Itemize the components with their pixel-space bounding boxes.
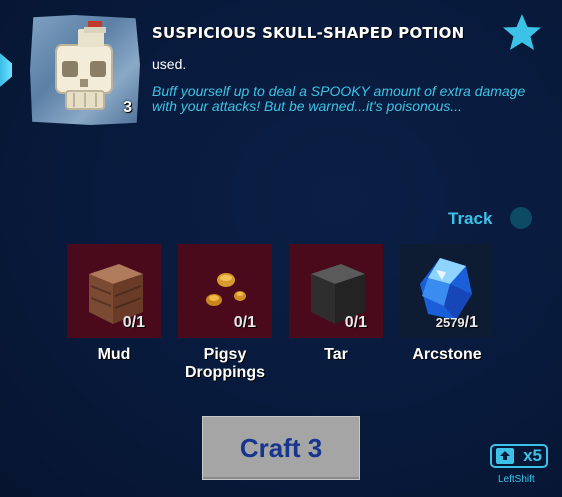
ingredient-slot[interactable]: 2579/1 bbox=[400, 244, 494, 338]
star-icon[interactable] bbox=[500, 12, 544, 54]
ingredient-slot[interactable]: 0/1 bbox=[178, 244, 272, 338]
ingredient-name: Mud bbox=[97, 346, 131, 363]
item-icon-frame: 3 bbox=[30, 15, 140, 125]
mud-block-icon bbox=[89, 264, 143, 324]
craft-button[interactable]: Craft 3 bbox=[202, 416, 360, 480]
tar-block-icon bbox=[311, 264, 365, 324]
ingredient-tar[interactable]: 0/1 Tar bbox=[289, 244, 383, 364]
ingredient-name: Tar bbox=[324, 346, 348, 363]
shift-key-label: LeftShift bbox=[498, 474, 535, 485]
droppings-icon bbox=[206, 273, 246, 306]
ingredient-count: 0/1 bbox=[233, 314, 256, 331]
ingredient-arcstone[interactable]: 2579/1 Arcstone bbox=[400, 244, 494, 364]
shift-multiplier: x5 bbox=[523, 446, 542, 465]
item-description: Buff yourself up to deal a SPOOKY amount… bbox=[152, 83, 526, 114]
ingredient-mud[interactable]: 0/1 Mud bbox=[67, 244, 161, 364]
item-status: used. bbox=[152, 56, 187, 72]
shift-key-icon bbox=[496, 448, 514, 464]
ingredient-count: 0/1 bbox=[122, 314, 145, 331]
item-title: SUSPICIOUS SKULL-SHAPED POTION bbox=[152, 24, 465, 42]
ingredient-pigsy-droppings[interactable]: 0/1 Pigsy Droppings bbox=[178, 244, 272, 382]
track-label[interactable]: Track bbox=[448, 209, 492, 229]
previous-tab-arrow[interactable] bbox=[0, 48, 12, 92]
ingredient-slot[interactable]: 0/1 bbox=[67, 244, 161, 338]
ingredient-name: Pigsy Droppings bbox=[185, 346, 265, 381]
shift-multiplier-badge: x5 bbox=[490, 444, 548, 468]
ingredient-count: 0/1 bbox=[344, 314, 367, 331]
ingredient-count: 2579/1 bbox=[435, 314, 478, 331]
item-count: 3 bbox=[123, 99, 132, 116]
track-toggle[interactable] bbox=[510, 207, 532, 229]
ingredient-name: Arcstone bbox=[412, 346, 482, 363]
ingredient-slot[interactable]: 0/1 bbox=[289, 244, 383, 338]
